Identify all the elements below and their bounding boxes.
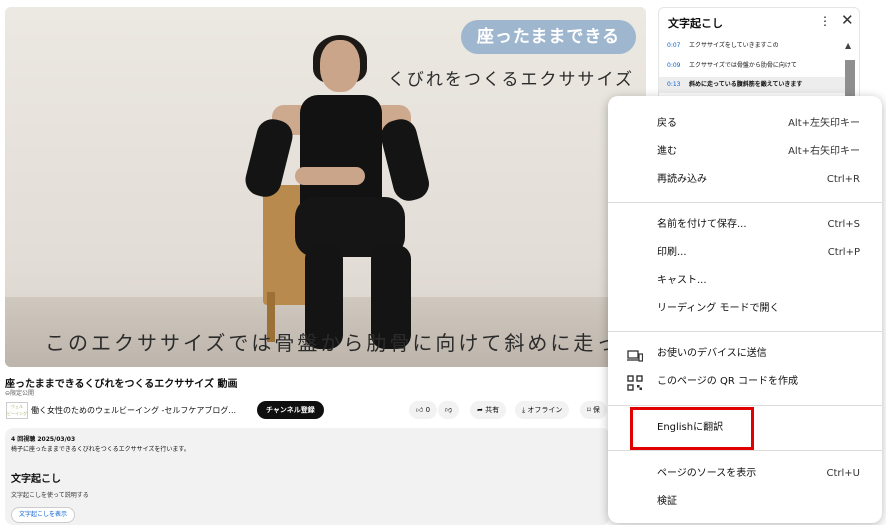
share-button[interactable]: ➦ 共有 xyxy=(470,401,507,419)
download-icon: ⤓ xyxy=(522,406,526,414)
like-count: 0 xyxy=(425,406,431,414)
offline-button[interactable]: ⤓ オフライン xyxy=(515,401,570,419)
transcript-timestamp[interactable]: 0:09 xyxy=(667,58,683,74)
menu-item-reading-mode[interactable]: リーディング モードで開く xyxy=(608,295,882,323)
menu-label: 戻る xyxy=(657,118,677,129)
description-text: 椅子に座ったままできるくびれをつくるエクササイズを行います。 xyxy=(11,446,190,453)
video-caption: このエクササイズでは骨盤から肋骨に向けて斜めに走っている xyxy=(45,331,646,355)
menu-label: 進む xyxy=(657,146,677,157)
transcript-text: エクササイズでは骨盤から肋骨に向けて xyxy=(689,62,797,69)
close-icon[interactable]: ✕ xyxy=(841,11,854,29)
highlight-box xyxy=(630,407,754,450)
subscribe-button[interactable]: チャンネル登録 xyxy=(257,401,324,419)
bookmark-icon: ⌑ xyxy=(587,406,591,414)
transcript-timestamp[interactable]: 0:07 xyxy=(667,38,683,54)
transcript-scrollbar[interactable] xyxy=(845,60,855,100)
menu-item-send-to-devices[interactable]: お使いのデバイスに送信 xyxy=(608,340,882,368)
channel-name[interactable]: 働く女性のためのウェルビーイング -セルフケアブログ... xyxy=(31,405,236,416)
menu-item-inspect[interactable]: 検証 xyxy=(608,488,882,516)
menu-label: 再読み込み xyxy=(657,174,707,185)
menu-divider xyxy=(608,202,882,203)
menu-shortcut: Ctrl+P xyxy=(827,247,860,258)
person-head xyxy=(320,40,360,92)
devices-icon xyxy=(627,347,644,362)
offline-label: オフライン xyxy=(527,406,563,414)
transcript-timestamp[interactable]: 0:13 xyxy=(667,77,683,93)
unlisted-badge: ⊖限定公開 xyxy=(5,390,35,397)
video-title: 座ったままできるくびれをつくるエクササイズ 動画 xyxy=(5,379,238,390)
menu-divider xyxy=(608,331,882,332)
transcript-title: 文字起こし xyxy=(668,17,723,30)
view-meta: 4 回視聴 2025/03/03 xyxy=(11,436,76,443)
menu-label: ページのソースを表示 xyxy=(657,468,757,479)
menu-label: 名前を付けて保存... xyxy=(657,219,747,230)
menu-item-back[interactable]: 戻る Alt+左矢印キー xyxy=(608,110,882,138)
more-vert-icon[interactable]: ⋮ xyxy=(819,14,831,28)
menu-item-cast[interactable]: キャスト... xyxy=(608,267,882,295)
description-box[interactable] xyxy=(5,428,610,525)
menu-shortcut: Alt+左矢印キー xyxy=(788,118,860,129)
menu-divider xyxy=(608,405,882,406)
menu-item-save-as[interactable]: 名前を付けて保存... Ctrl+S xyxy=(608,211,882,239)
dislike-button[interactable]: 👎︎ xyxy=(438,401,460,419)
menu-shortcut: Ctrl+S xyxy=(827,219,860,230)
menu-shortcut: Ctrl+R xyxy=(826,174,860,185)
video-overlay-title: くびれをつくるエクササイズ xyxy=(387,70,634,90)
context-menu: 戻る Alt+左矢印キー 進む Alt+右矢印キー 再読み込み Ctrl+R 名… xyxy=(608,96,882,523)
qr-code-icon xyxy=(627,375,643,391)
transcript-row[interactable]: 0:07 エクササイズをしていきますこの xyxy=(667,38,837,54)
menu-shortcut: Alt+右矢印キー xyxy=(788,146,860,157)
save-label: 保 xyxy=(592,406,600,414)
like-button[interactable]: 👍︎ 0 xyxy=(409,401,438,419)
transcript-section-title: 文字起こし xyxy=(11,474,61,485)
video-overlay-pill: 座ったままできる xyxy=(460,20,636,54)
menu-item-view-source[interactable]: ページのソースを表示 Ctrl+U xyxy=(608,460,882,488)
share-label: 共有 xyxy=(485,406,500,414)
transcript-row[interactable]: 0:09 エクササイズでは骨盤から肋骨に向けて xyxy=(667,58,837,74)
transcript-text: エクササイズをしていきますこの xyxy=(689,42,779,49)
share-icon: ➦ xyxy=(477,406,483,414)
transcript-row-active[interactable]: 0:13 斜めに走っている腹斜筋を鍛えていきます xyxy=(659,77,846,93)
menu-shortcut: Ctrl+U xyxy=(826,468,861,479)
menu-item-qr-code[interactable]: このページの QR コードを作成 xyxy=(608,368,882,396)
person-torso xyxy=(300,95,382,213)
menu-label: お使いのデバイスに送信 xyxy=(657,348,767,359)
show-transcript-button[interactable]: 文字起こしを表示 xyxy=(11,507,76,523)
transcript-panel: 文字起こし ⋮ ✕ ▲ 0:07 エクササイズをしていきますこの 0:09 エクササ… xyxy=(658,7,860,101)
transcript-section-text: 文字起こしを使って説明する xyxy=(11,492,89,499)
menu-item-reload[interactable]: 再読み込み Ctrl+R xyxy=(608,166,882,194)
channel-avatar[interactable]: ウェル ビーイング xyxy=(6,402,28,419)
menu-label: キャスト... xyxy=(657,275,707,286)
menu-label: 印刷... xyxy=(657,247,687,258)
save-button[interactable]: ⌑ 保 xyxy=(580,401,607,419)
thumbs-up-icon: 👍︎ xyxy=(416,406,424,414)
menu-divider xyxy=(608,450,882,451)
scroll-up-icon[interactable]: ▲ xyxy=(845,41,851,50)
menu-label: 検証 xyxy=(657,496,677,507)
person-hands xyxy=(295,167,365,185)
menu-label: リーディング モードで開く xyxy=(657,303,780,314)
menu-item-print[interactable]: 印刷... Ctrl+P xyxy=(608,239,882,267)
menu-label: このページの QR コードを作成 xyxy=(657,376,798,387)
transcript-text: 斜めに走っている腹斜筋を鍛えていきます xyxy=(689,81,803,88)
menu-item-forward[interactable]: 進む Alt+右矢印キー xyxy=(608,138,882,166)
unlisted-label: 限定公開 xyxy=(10,390,35,397)
thumbs-down-icon: 👎︎ xyxy=(445,406,453,414)
video-player[interactable]: 座ったままできる くびれをつくるエクササイズ このエクササイズでは骨盤から肋骨に… xyxy=(5,7,646,367)
